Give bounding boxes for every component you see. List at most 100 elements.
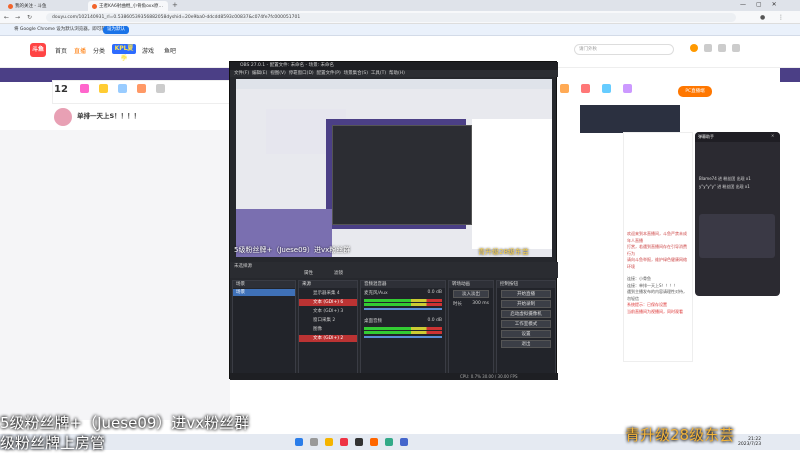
volume-slider[interactable] bbox=[364, 308, 442, 310]
source-item[interactable]: 显示器采集 4 bbox=[299, 290, 357, 297]
download-icon[interactable] bbox=[732, 44, 740, 52]
gift-icon[interactable] bbox=[156, 84, 165, 93]
exit-button[interactable]: 退出 bbox=[501, 340, 551, 348]
app-icon[interactable] bbox=[400, 438, 408, 446]
menu-help[interactable]: 帮助(H) bbox=[389, 71, 405, 76]
room-title: 单排一天上S！！！！ bbox=[77, 112, 141, 120]
nav-live[interactable]: 直播 bbox=[74, 46, 86, 55]
sources-dock: 来源 显示器采集 4 文本 (GDI+) 6 文本 (GDI+) 3 窗口采集 … bbox=[298, 280, 358, 374]
chat-line: 打赏，若遇到直播间存在引导消费行为 bbox=[627, 244, 687, 256]
back-icon[interactable]: ← bbox=[4, 14, 9, 21]
volume-slider[interactable] bbox=[364, 336, 442, 338]
set-default-button[interactable]: 设为默认 bbox=[103, 26, 129, 34]
obs-icon[interactable] bbox=[355, 438, 363, 446]
volume-meter bbox=[364, 331, 442, 334]
follow-icon[interactable] bbox=[718, 44, 726, 52]
chrome-icon[interactable] bbox=[340, 438, 348, 446]
close-icon[interactable]: ✕ bbox=[771, 133, 774, 138]
profile-icon[interactable]: ● bbox=[760, 14, 765, 21]
url-input[interactable]: douyu.com/102140931_rl=0.538605393568820… bbox=[46, 13, 736, 22]
popup-notice bbox=[699, 214, 775, 258]
header-icons bbox=[690, 44, 780, 56]
popup-header: 弹幕助手 ✕ bbox=[695, 132, 780, 142]
gift-icons bbox=[80, 84, 230, 98]
start-recording-button[interactable]: 开始录制 bbox=[501, 300, 551, 308]
source-item[interactable]: 文本 (GDI+) 3 bbox=[299, 308, 357, 315]
menu-file[interactable]: 文件(F) bbox=[234, 71, 249, 76]
address-bar: ← → ↻ douyu.com/102140931_rl=0.538605393… bbox=[0, 11, 800, 24]
obs-window: OBS 27.0.1 - 配置文件: 未命名 - 场景: 未命名 文件(F) 编… bbox=[229, 61, 558, 380]
gift-icon[interactable] bbox=[80, 84, 89, 93]
volume-meter bbox=[364, 327, 442, 330]
window-controls-icon[interactable]: —▢✕ bbox=[740, 1, 787, 8]
popup-line: y"y"y"y" 进 粉丝团 出现 x1 bbox=[699, 184, 750, 189]
transition-select[interactable]: 淡入淡出 bbox=[453, 290, 489, 298]
menu-profile[interactable]: 配置文件(P) bbox=[317, 71, 341, 76]
duration-input[interactable]: 300 ms bbox=[472, 301, 489, 307]
browser-tab-bar: 我的关注 - 斗鱼 王者KA6射曲棍_小骨魚oxx原… + —▢✕ bbox=[0, 0, 800, 11]
gift-icon[interactable] bbox=[602, 84, 611, 93]
gift-icon[interactable] bbox=[99, 84, 108, 93]
controls-title: 控制按钮 bbox=[497, 281, 555, 288]
source-item[interactable]: 文本 (GDI+) 6 bbox=[299, 299, 357, 306]
menu-icon[interactable]: ⋮ bbox=[778, 14, 784, 21]
browser-tab-1[interactable]: 我的关注 - 斗鱼 bbox=[4, 1, 64, 11]
mixer-channel-label: 桌面音频 bbox=[364, 319, 382, 324]
chat-line: 欢迎来到本直播间，斗鱼严禁未成年人直播 bbox=[627, 231, 687, 243]
menu-docks[interactable]: 停靠窗口(D) bbox=[289, 71, 314, 76]
filters-button[interactable]: 滤镜 bbox=[334, 270, 343, 276]
chat-line: 遇到主播发布的内容请理性对待，勿轻信 bbox=[627, 289, 687, 301]
properties-button[interactable]: 属性 bbox=[304, 270, 313, 276]
nav-games[interactable]: 游戏 bbox=[142, 46, 154, 55]
browser-tab-2[interactable]: 王者KA6射曲棍_小骨魚oxx原… bbox=[88, 1, 168, 11]
kpl-banner[interactable]: KPL夏季 bbox=[112, 44, 136, 62]
nested-browser-bar bbox=[236, 79, 552, 89]
start-streaming-button[interactable]: 开始直播 bbox=[501, 290, 551, 298]
reload-icon[interactable]: ↻ bbox=[27, 14, 32, 21]
source-item[interactable]: 窗口采集 2 bbox=[299, 317, 357, 324]
source-item[interactable]: 图像 bbox=[299, 326, 357, 333]
mixer-level: 0.0 dB bbox=[427, 318, 442, 323]
pc-live-button[interactable]: PC直播端 bbox=[678, 86, 712, 97]
studio-mode-button[interactable]: 工作室模式 bbox=[501, 320, 551, 328]
history-icon[interactable] bbox=[704, 44, 712, 52]
menu-scene-collection[interactable]: 场景集合(S) bbox=[344, 71, 368, 76]
menu-view[interactable]: 视图(V) bbox=[270, 71, 286, 76]
nav-yuba[interactable]: 鱼吧 bbox=[164, 46, 176, 55]
gift-icon[interactable] bbox=[137, 84, 146, 93]
new-tab-icon[interactable]: + bbox=[172, 1, 178, 9]
start-icon[interactable] bbox=[295, 438, 303, 446]
gift-icon[interactable] bbox=[581, 84, 590, 93]
default-browser-infobar: 将 Google Chrome 设为默认浏览器，即可获取最佳体验 设为默认 bbox=[0, 24, 800, 36]
settings-button[interactable]: 设置 bbox=[501, 330, 551, 338]
gift-icon[interactable] bbox=[118, 84, 127, 93]
source-item[interactable]: 文本 (GDI+) 2 bbox=[299, 335, 357, 342]
nav-home[interactable]: 首页 bbox=[55, 46, 67, 55]
douyu-search-input[interactable]: 请门外秋 bbox=[574, 44, 674, 55]
overlay-caption-3: 青升级28级东芸 bbox=[625, 426, 735, 444]
sources-title: 来源 bbox=[299, 281, 357, 288]
gift-icon[interactable] bbox=[560, 84, 569, 93]
user-icon[interactable] bbox=[690, 44, 698, 52]
menu-tools[interactable]: 工具(T) bbox=[371, 71, 386, 76]
nav-category[interactable]: 分类 bbox=[93, 46, 105, 55]
system-clock[interactable]: 21:22 2023/7/23 bbox=[738, 437, 761, 447]
obs-menu-bar: 文件(F) 编辑(E) 视图(V) 停靠窗口(D) 配置文件(P) 场景集合(S… bbox=[230, 70, 558, 77]
menu-edit[interactable]: 编辑(E) bbox=[252, 71, 267, 76]
douyu-logo[interactable]: 斗鱼 bbox=[30, 43, 46, 57]
streamer-avatar[interactable] bbox=[54, 108, 72, 126]
obs-status-bar: CPU: 0.7% 30.00 / 30.00 FPS bbox=[230, 373, 558, 380]
search-icon[interactable] bbox=[310, 438, 318, 446]
chat-line: 当前直播间为视播间，同时观看 bbox=[627, 308, 683, 314]
ad-banner[interactable] bbox=[580, 105, 680, 133]
forward-icon[interactable]: → bbox=[15, 14, 20, 21]
level-number: 12 bbox=[54, 84, 68, 95]
gift-icon[interactable] bbox=[623, 84, 632, 93]
scene-item[interactable]: 场景 bbox=[233, 289, 295, 296]
virtual-camera-button[interactable]: 启动虚拟摄像机 bbox=[501, 310, 551, 318]
douyu-icon[interactable] bbox=[370, 438, 378, 446]
controls-dock: 控制按钮 开始直播 开始录制 启动虚拟摄像机 工作室模式 设置 退出 bbox=[496, 280, 556, 374]
wechat-icon[interactable] bbox=[385, 438, 393, 446]
obs-preview[interactable] bbox=[236, 79, 552, 257]
file-explorer-icon[interactable] bbox=[325, 438, 333, 446]
